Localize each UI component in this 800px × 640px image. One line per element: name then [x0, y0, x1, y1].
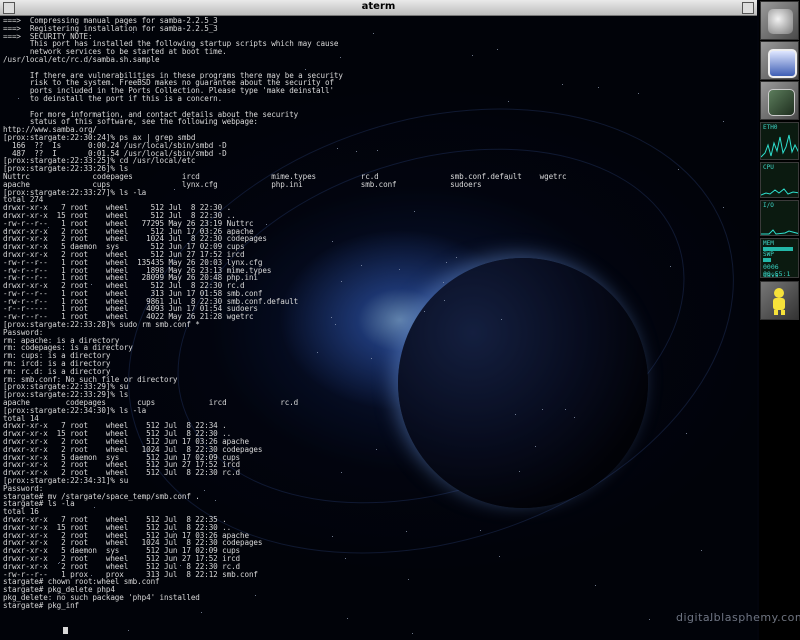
system-prefs-tile[interactable]	[760, 1, 799, 40]
terminal-line: /usr/local/etc/rc.d/samba.sh.sample	[3, 54, 160, 64]
io-graph	[761, 229, 798, 235]
monitor-tile[interactable]	[760, 41, 799, 80]
terminal-line: [prox:stargate:22:33:27]% ls -la	[3, 187, 147, 197]
watermark: digitalblasphemy.com	[676, 611, 800, 624]
mem-label: MEM	[763, 240, 774, 247]
terminal-line: [prox:stargate:22:34:31]% su	[3, 476, 129, 486]
terminal-line: stargate# mv /stargate/space_temp/smb.co…	[3, 491, 200, 501]
system-prefs-icon	[768, 9, 793, 34]
cpu-graph	[761, 188, 798, 196]
terminal-line: [prox:stargate:22:34:30]% ls -la	[3, 405, 147, 415]
terminal-tile[interactable]	[760, 81, 799, 120]
aterm-window[interactable]: aterm ===> Compressing manual pages for …	[0, 0, 757, 640]
memory-monitor: MEM SWP 0006 days 00:55:1	[760, 238, 799, 278]
terminal-cursor	[63, 627, 68, 634]
network-graph	[761, 134, 798, 158]
terminal-icon	[768, 89, 795, 116]
swp-label: SWP	[763, 251, 774, 258]
cpu-monitor: CPU	[760, 162, 799, 198]
window-title: aterm	[361, 1, 396, 12]
terminal-line: to deinstall the port if this is a conce…	[3, 93, 223, 103]
terminal-output: ===> Compressing manual pages for samba-…	[3, 17, 567, 610]
terminal-line: stargate# ls -la	[3, 499, 75, 509]
window-titlebar[interactable]: aterm	[0, 0, 757, 16]
monitor-icon	[768, 49, 797, 78]
uptime-clock: 00:55:1	[763, 270, 791, 278]
terminal-line: stargate# pkg_inf	[3, 600, 80, 610]
terminal-line: [prox:stargate:22:33:28]% sudo rm smb.co…	[3, 320, 200, 330]
terminal-body[interactable]: ===> Compressing manual pages for samba-…	[0, 16, 757, 640]
window-close-button[interactable]	[742, 2, 754, 14]
mascot-tile[interactable]	[760, 281, 799, 320]
terminal-line: pkg_delete: no such package 'php4' insta…	[3, 592, 200, 602]
network-monitor: ETH0	[760, 122, 799, 160]
dock: ETH0 CPU I/O MEM SWP 0006 days 00:55:1	[759, 0, 800, 640]
swp-bar	[763, 258, 771, 262]
mascot-icon	[773, 288, 785, 315]
io-monitor: I/O	[760, 200, 799, 236]
